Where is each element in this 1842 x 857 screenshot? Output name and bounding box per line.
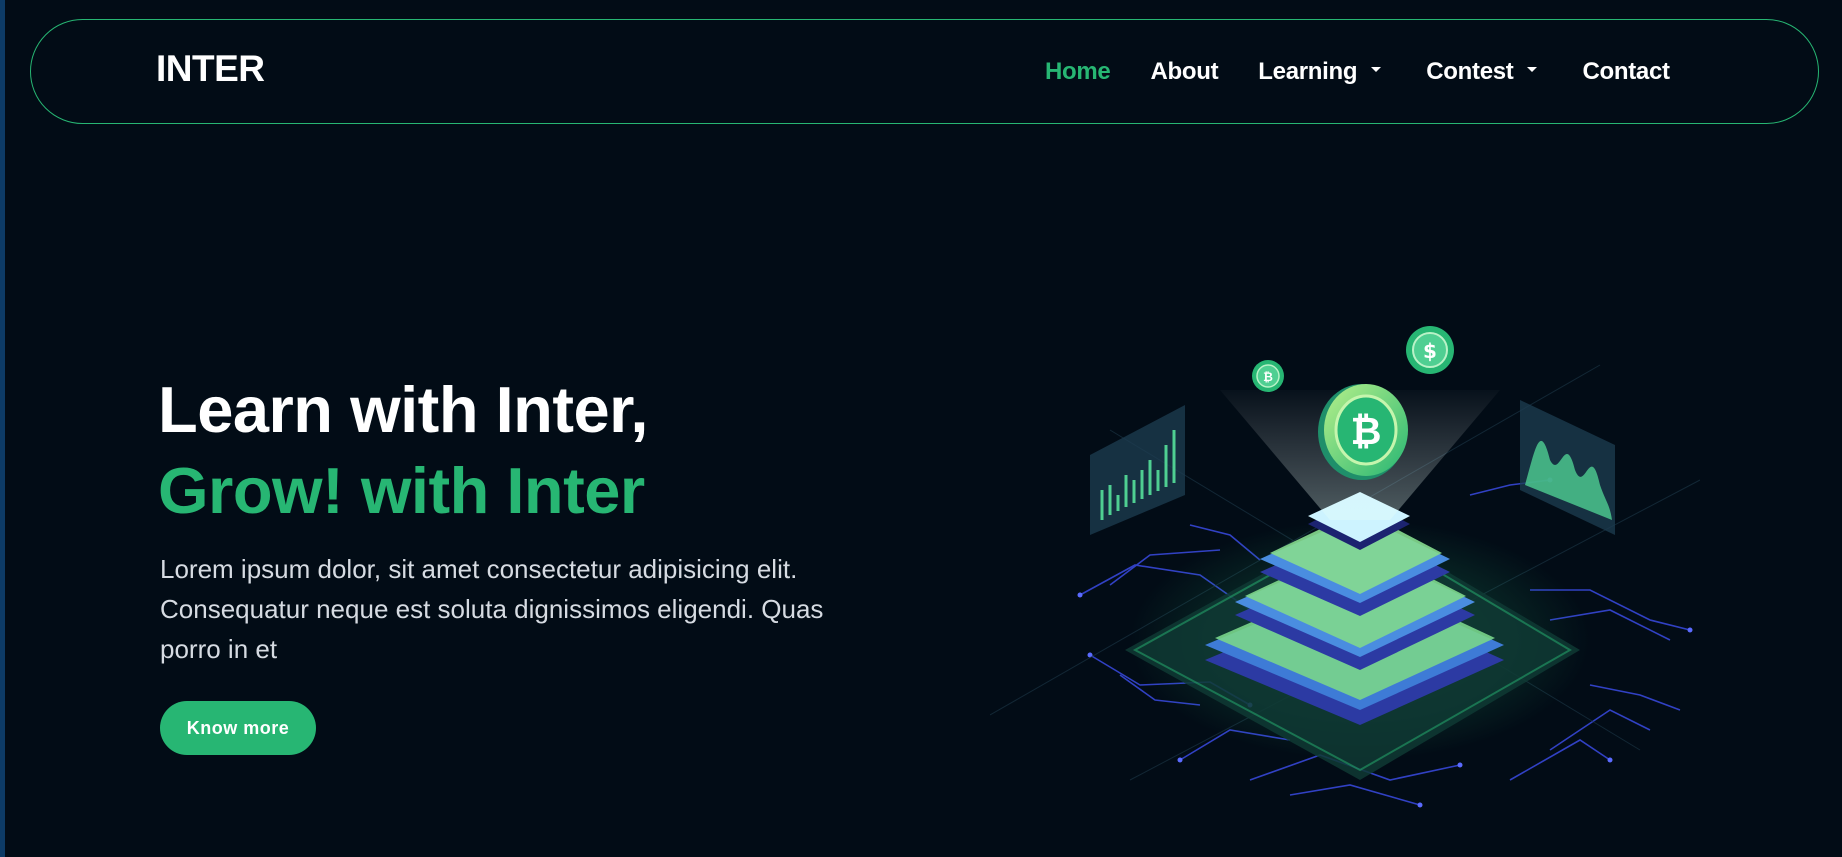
know-more-button[interactable]: Know more (160, 701, 316, 755)
page: INTER Home About Learning Contest Contac… (0, 0, 1842, 857)
svg-text:$: $ (1423, 339, 1437, 363)
navbar: INTER Home About Learning Contest Contac… (30, 19, 1819, 124)
hero-title-line1: Learn with Inter, (158, 373, 648, 446)
crypto-mining-illustration: ₿ $ ₿ (990, 326, 1700, 808)
chevron-down-icon (1371, 66, 1382, 72)
nav-link-home[interactable]: Home (1045, 58, 1111, 86)
nav-link-contest-label: Contest (1426, 58, 1514, 85)
hero-description: Lorem ipsum dolor, sit amet consectetur … (160, 554, 824, 664)
chevron-down-icon (1527, 66, 1538, 72)
nav-links: Home About Learning Contest Contact (1045, 58, 1670, 86)
svg-text:₿: ₿ (1263, 370, 1273, 384)
nav-link-about[interactable]: About (1150, 58, 1218, 86)
nav-link-contest[interactable]: Contest (1426, 58, 1538, 86)
nav-link-learning[interactable]: Learning (1258, 58, 1382, 86)
brand-logo[interactable]: INTER (156, 48, 265, 90)
nav-link-learning-label: Learning (1258, 58, 1358, 85)
window-edge (0, 0, 5, 857)
svg-text:₿: ₿ (1351, 409, 1382, 453)
hero-title-line2: Grow! with Inter (158, 454, 645, 527)
nav-link-contact[interactable]: Contact (1582, 58, 1670, 86)
